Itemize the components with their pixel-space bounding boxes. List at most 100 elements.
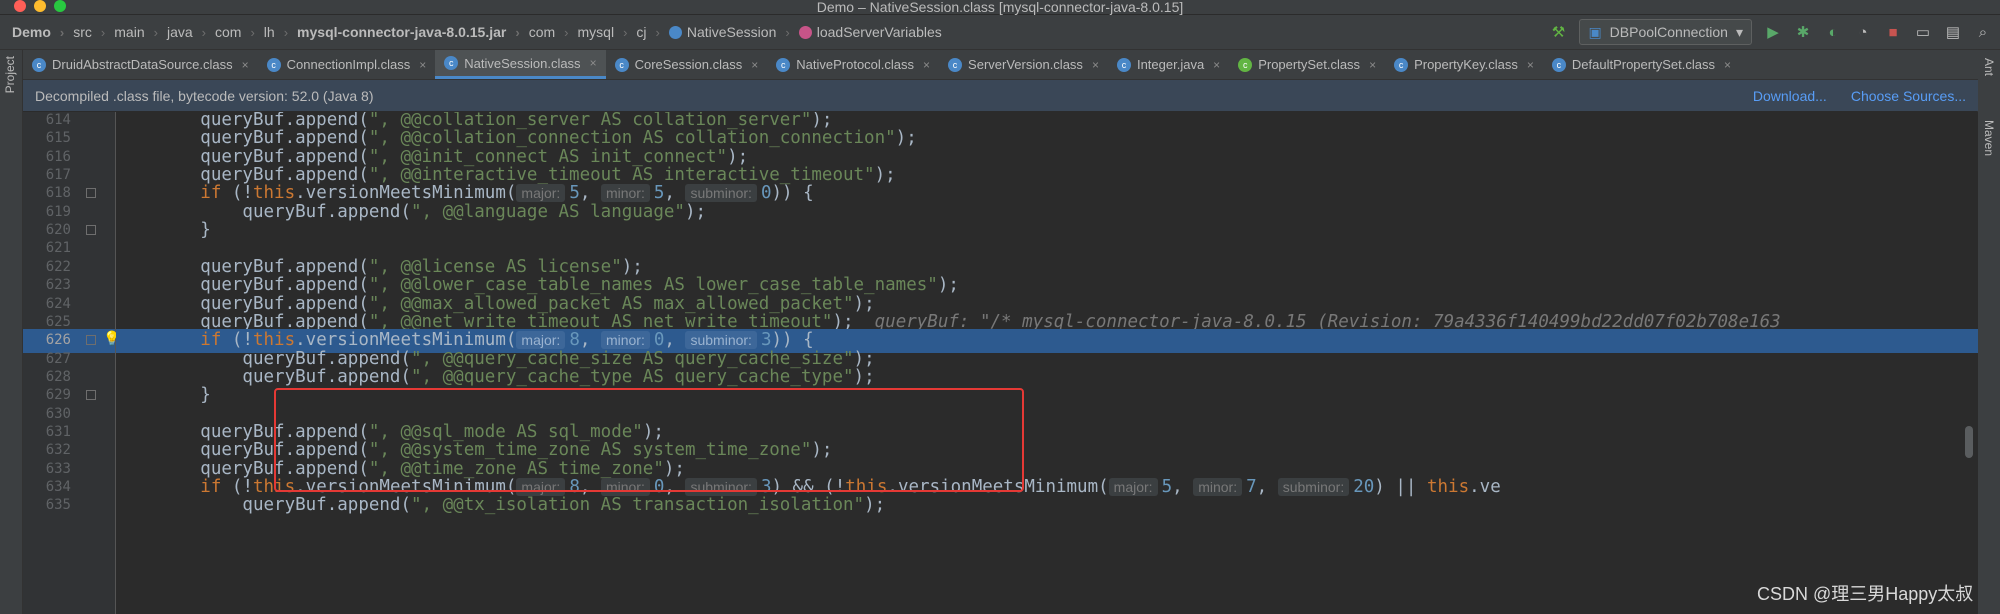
class-file-icon: c [776, 57, 791, 72]
editor-tab[interactable]: c Integer.java × [1108, 50, 1229, 79]
editor-tab[interactable]: c DefaultPropertySet.class × [1543, 50, 1740, 79]
ant-tool-button[interactable]: Ant [1982, 58, 1996, 76]
breadcrumb-label: src [73, 24, 92, 40]
class-file-icon: c [1116, 57, 1131, 72]
code-line[interactable]: queryBuf.append(", @@tx_isolation AS tra… [116, 494, 1978, 518]
breadcrumb-label: Demo [12, 24, 51, 40]
banner-message: Decompiled .class file, bytecode version… [35, 87, 374, 104]
close-tab-icon[interactable]: × [1213, 58, 1220, 72]
class-file-icon: c [444, 56, 459, 70]
breadcrumb-separator-icon: › [100, 24, 106, 40]
breadcrumb-item[interactable]: cj › [636, 24, 668, 40]
chevron-down-icon: ▾ [1735, 23, 1743, 40]
breadcrumb-separator-icon: › [785, 24, 790, 40]
close-tab-icon[interactable]: × [1369, 58, 1376, 72]
fold-marker-icon[interactable] [86, 390, 96, 401]
editor-gutter[interactable]: 614 615 616 617 618 619 620 621 622 623 624 625 626 💡… [23, 112, 120, 614]
window-title: Demo – NativeSession.class [mysql-connec… [816, 0, 1184, 15]
close-window-icon[interactable] [14, 0, 26, 12]
editor-tab[interactable]: c PropertyKey.class × [1385, 50, 1543, 79]
coverage-icon[interactable]: ◐ [1824, 23, 1842, 41]
line-number[interactable]: 635 [23, 494, 71, 518]
tab-label: PropertyKey.class [1414, 57, 1518, 72]
breadcrumb-label: mysql-connector-java-8.0.15.jar [297, 24, 507, 40]
maven-tool-button[interactable]: Maven [1982, 120, 1996, 156]
class-icon [668, 25, 682, 39]
close-tab-icon[interactable]: × [1527, 58, 1534, 72]
breadcrumb-item[interactable]: mysql › [578, 24, 637, 40]
toolbar-right: ⚒ ▣ DBPoolConnection ▾ ▶ ✱ ◐ ◔ ■ ▭ ▤ ⌕ [1549, 15, 1992, 49]
breadcrumb-label: NativeSession [686, 24, 777, 40]
close-tab-icon[interactable]: × [923, 58, 930, 72]
editor-tab[interactable]: c NativeSession.class × [435, 50, 606, 79]
minimize-window-icon[interactable] [34, 0, 46, 12]
breadcrumb-item[interactable]: com › [529, 24, 578, 40]
breadcrumb-item[interactable]: lh › [264, 24, 297, 40]
fold-marker-icon[interactable] [86, 225, 96, 236]
parameter-hint: minor: [1193, 478, 1243, 496]
breadcrumb-label: com [215, 24, 242, 40]
class-file-icon: c [614, 57, 629, 72]
left-tool-strip: Project [0, 50, 23, 614]
breadcrumb-item[interactable]: java › [167, 24, 215, 40]
zoom-window-icon[interactable] [54, 0, 66, 12]
fold-marker-icon[interactable] [86, 188, 96, 199]
close-tab-icon[interactable]: × [242, 58, 249, 72]
debug-icon[interactable]: ✱ [1794, 23, 1812, 41]
run-icon[interactable]: ▶ [1764, 23, 1782, 41]
breadcrumb-separator-icon: › [283, 24, 289, 40]
breadcrumb-label: main [114, 24, 145, 40]
parameter-hint: subminor: [1277, 478, 1350, 496]
breadcrumb-item[interactable]: com › [215, 24, 264, 40]
editor-tab[interactable]: c NativeProtocol.class × [767, 50, 939, 79]
breadcrumb-item[interactable]: NativeSession › [668, 24, 799, 40]
profiler-icon[interactable]: ◔ [1854, 23, 1872, 41]
tab-label: PropertySet.class [1258, 57, 1361, 72]
breadcrumb-item[interactable]: src › [73, 24, 114, 40]
breadcrumb-item[interactable]: mysql-connector-java-8.0.15.jar › [297, 24, 529, 40]
breadcrumb-item[interactable]: loadServerVariables [798, 24, 942, 40]
editor-tab[interactable]: c ServerVersion.class × [939, 50, 1108, 79]
code-editor[interactable]: queryBuf.append(", @@collation_server AS… [116, 112, 1978, 614]
search-everywhere-icon[interactable]: ⌕ [1974, 23, 1992, 41]
tab-label: NativeSession.class [464, 55, 581, 71]
project-structure-icon[interactable]: ▭ [1914, 23, 1932, 41]
breadcrumb-label: com [528, 24, 556, 40]
parameter-hint: major: [516, 331, 566, 350]
editor-tab[interactable]: c CoreSession.class × [606, 50, 768, 79]
editor-tab[interactable]: c ConnectionImpl.class × [258, 50, 436, 79]
breadcrumb-separator-icon: › [623, 24, 628, 40]
parameter-hint: subminor: [685, 331, 757, 350]
fold-marker-icon[interactable] [86, 335, 96, 346]
build-hammer-icon[interactable]: ⚒ [1549, 23, 1567, 41]
tab-label: CoreSession.class [634, 57, 743, 72]
editor-scrollbar-thumb[interactable] [1965, 426, 1973, 458]
decompiled-banner: Decompiled .class file, bytecode version… [23, 80, 1978, 111]
close-tab-icon[interactable]: × [419, 58, 426, 72]
run-configuration-select[interactable]: ▣ DBPoolConnection ▾ [1579, 19, 1752, 45]
tab-label: ServerVersion.class [968, 57, 1083, 72]
close-tab-icon[interactable]: × [1092, 58, 1099, 72]
right-tool-strip: Ant Maven [1977, 50, 2000, 614]
project-tool-button[interactable]: Project [3, 56, 17, 93]
choose-sources-link[interactable]: Choose Sources... [1851, 88, 1966, 104]
annotation-highlight-box [274, 388, 1024, 492]
tab-label: DruidAbstractDataSource.class [52, 57, 233, 72]
close-tab-icon[interactable]: × [590, 56, 597, 70]
close-tab-icon[interactable]: × [751, 58, 758, 72]
breadcrumb-item[interactable]: Demo › [12, 24, 73, 40]
breadcrumb-separator-icon: › [59, 24, 65, 40]
breadcrumb-item[interactable]: main › [114, 24, 167, 40]
editor-tab[interactable]: c PropertySet.class × [1229, 50, 1385, 79]
breadcrumb-label: java [166, 24, 193, 40]
close-tab-icon[interactable]: × [1724, 58, 1731, 72]
breadcrumb-label: lh [263, 24, 275, 40]
download-link[interactable]: Download... [1753, 88, 1827, 104]
editor-tab[interactable]: c DruidAbstractDataSource.class × [23, 50, 258, 79]
stop-icon[interactable]: ■ [1884, 23, 1902, 41]
class-file-icon: c [1551, 57, 1566, 72]
layout-icon[interactable]: ▤ [1944, 23, 1962, 41]
parameter-hint: subminor: [685, 184, 757, 203]
code-content: queryBuf.append(", @@tx_isolation AS tra… [116, 494, 885, 518]
watermark: CSDN @理三男Happy太叔 [1757, 584, 1974, 604]
